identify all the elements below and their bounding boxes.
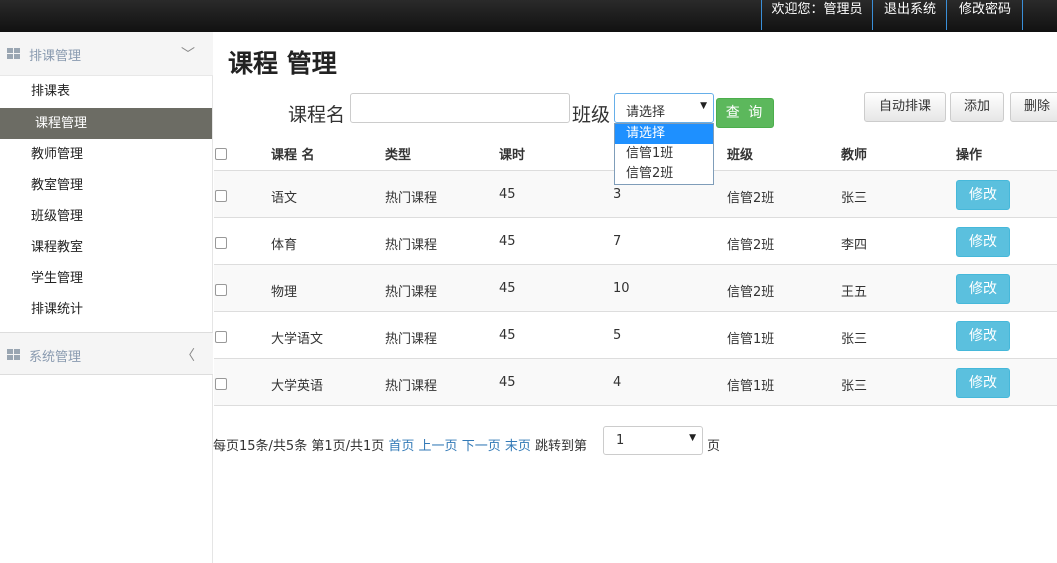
class-option[interactable]: 信管1班 xyxy=(615,144,713,164)
cell-hours: 45 xyxy=(499,375,516,390)
class-select[interactable]: 请选择 ▼ xyxy=(614,93,714,123)
logout-link[interactable]: 退出系统 xyxy=(874,0,947,30)
header-type: 类型 xyxy=(385,148,412,163)
class-select-value: 请选择 xyxy=(626,105,666,120)
table-row: 大学语文 热门课程 45 5 信管1班 张三 修改 xyxy=(214,311,1057,358)
sidebar-item-student-management[interactable]: 学生管理 xyxy=(0,263,212,294)
edit-button[interactable]: 修改 xyxy=(956,180,1010,210)
cell-num: 7 xyxy=(613,234,622,249)
auto-schedule-button[interactable]: 自动排课 xyxy=(864,92,946,122)
table-bottom-border xyxy=(214,405,1057,406)
chevron-down-icon: ﹀ xyxy=(181,47,195,63)
cell-num: 3 xyxy=(613,187,622,202)
page-select[interactable]: 1 ▼ xyxy=(603,426,703,455)
row-checkbox[interactable] xyxy=(215,331,227,343)
sidebar-item-schedule-stats[interactable]: 排课统计 xyxy=(0,294,212,325)
cell-name: 体育 xyxy=(271,238,298,253)
cell-teacher: 张三 xyxy=(841,379,868,394)
sidebar-group-system[interactable]: 系统管理 〈 xyxy=(0,332,213,375)
sidebar-item-schedule[interactable]: 排课表 xyxy=(0,76,212,107)
cell-class: 信管2班 xyxy=(727,285,775,300)
edit-button[interactable]: 修改 xyxy=(956,368,1010,398)
page-summary: 每页15条/共5条 第1页/共1页 xyxy=(213,439,385,454)
sidebar-item-course-management[interactable]: 课程管理 xyxy=(0,108,212,139)
header-teacher: 教师 xyxy=(841,148,868,163)
page-select-value: 1 xyxy=(616,433,625,448)
sidebar-item-course-classroom[interactable]: 课程教室 xyxy=(0,232,212,263)
table-row: 大学英语 热门课程 45 4 信管1班 张三 修改 xyxy=(214,358,1057,405)
course-name-label: 课程名 xyxy=(288,104,346,126)
delete-button[interactable]: 删除 xyxy=(1010,92,1057,122)
first-page-link[interactable]: 首页 xyxy=(388,439,414,454)
cell-num: 5 xyxy=(613,328,622,343)
sidebar-item-classroom-management[interactable]: 教室管理 xyxy=(0,170,212,201)
chevron-left-icon: 〈 xyxy=(181,348,195,364)
table-row: 物理 热门课程 45 10 信管2班 王五 修改 xyxy=(214,264,1057,311)
sidebar-group-scheduling[interactable]: 排课管理 ﹀ xyxy=(0,32,213,76)
cell-type: 热门课程 xyxy=(385,379,438,394)
header-class: 班级 xyxy=(727,148,754,163)
grid-icon xyxy=(7,349,20,360)
cell-type: 热门课程 xyxy=(385,238,438,253)
caret-down-icon: ▼ xyxy=(689,433,696,443)
last-page-link[interactable]: 末页 xyxy=(505,439,531,454)
edit-button[interactable]: 修改 xyxy=(956,227,1010,257)
cell-class: 信管1班 xyxy=(727,379,775,394)
query-button[interactable]: 查 询 xyxy=(716,98,774,128)
cell-name: 大学英语 xyxy=(271,379,324,394)
caret-down-icon: ▼ xyxy=(700,101,707,111)
sidebar-item-class-management[interactable]: 班级管理 xyxy=(0,201,212,232)
cell-name: 语文 xyxy=(271,191,298,206)
cell-type: 热门课程 xyxy=(385,285,438,300)
cell-teacher: 张三 xyxy=(841,332,868,347)
sidebar: 排课管理 ﹀ 排课表 课程管理 教师管理 教室管理 班级管理 课程教室 学生管理… xyxy=(0,32,213,563)
edit-button[interactable]: 修改 xyxy=(956,321,1010,351)
cell-hours: 45 xyxy=(499,234,516,249)
row-checkbox[interactable] xyxy=(215,237,227,249)
class-label: 班级 xyxy=(572,104,611,126)
sidebar-group-label: 系统管理 xyxy=(29,350,82,365)
change-password-link[interactable]: 修改密码 xyxy=(948,0,1023,30)
header-course-name: 课程 名 xyxy=(271,148,315,163)
add-button[interactable]: 添加 xyxy=(950,92,1004,122)
cell-type: 热门课程 xyxy=(385,191,438,206)
cell-teacher: 张三 xyxy=(841,191,868,206)
sidebar-group-label: 排课管理 xyxy=(29,49,82,64)
class-dropdown-list: 请选择 信管1班 信管2班 xyxy=(614,123,714,185)
cell-hours: 45 xyxy=(499,328,516,343)
table-row: 体育 热门课程 45 7 信管2班 李四 修改 xyxy=(214,217,1057,264)
cell-hours: 45 xyxy=(499,187,516,202)
cell-teacher: 李四 xyxy=(841,238,868,253)
header-action: 操作 xyxy=(956,148,983,163)
sidebar-item-teacher-management[interactable]: 教师管理 xyxy=(0,139,212,170)
cell-num: 10 xyxy=(613,281,630,296)
grid-icon xyxy=(7,48,20,59)
edit-button[interactable]: 修改 xyxy=(956,274,1010,304)
class-option[interactable]: 请选择 xyxy=(615,124,713,144)
cell-class: 信管2班 xyxy=(727,238,775,253)
cell-hours: 45 xyxy=(499,281,516,296)
row-checkbox[interactable] xyxy=(215,284,227,296)
prev-page-link[interactable]: 上一页 xyxy=(419,439,458,454)
jump-label: 跳转到第 xyxy=(535,439,588,454)
cell-teacher: 王五 xyxy=(841,285,868,300)
top-bar: 欢迎您：管理员 退出系统 修改密码 xyxy=(0,0,1057,32)
pagination: 每页15条/共5条 第1页/共1页 首页 上一页 下一页 末页 跳转到第 xyxy=(213,435,587,454)
course-name-input[interactable] xyxy=(350,93,570,123)
row-checkbox[interactable] xyxy=(215,190,227,202)
cell-type: 热门课程 xyxy=(385,332,438,347)
page-title: 课程 管理 xyxy=(228,49,337,78)
class-option[interactable]: 信管2班 xyxy=(615,164,713,184)
row-checkbox[interactable] xyxy=(215,378,227,390)
cell-name: 大学语文 xyxy=(271,332,324,347)
cell-class: 信管1班 xyxy=(727,332,775,347)
cell-num: 4 xyxy=(613,375,622,390)
welcome-text: 欢迎您：管理员 xyxy=(761,0,873,30)
cell-name: 物理 xyxy=(271,285,298,300)
cell-class: 信管2班 xyxy=(727,191,775,206)
next-page-link[interactable]: 下一页 xyxy=(462,439,501,454)
page-unit-label: 页 xyxy=(707,439,721,454)
header-hours: 课时 xyxy=(499,148,526,163)
select-all-checkbox[interactable] xyxy=(215,148,227,160)
